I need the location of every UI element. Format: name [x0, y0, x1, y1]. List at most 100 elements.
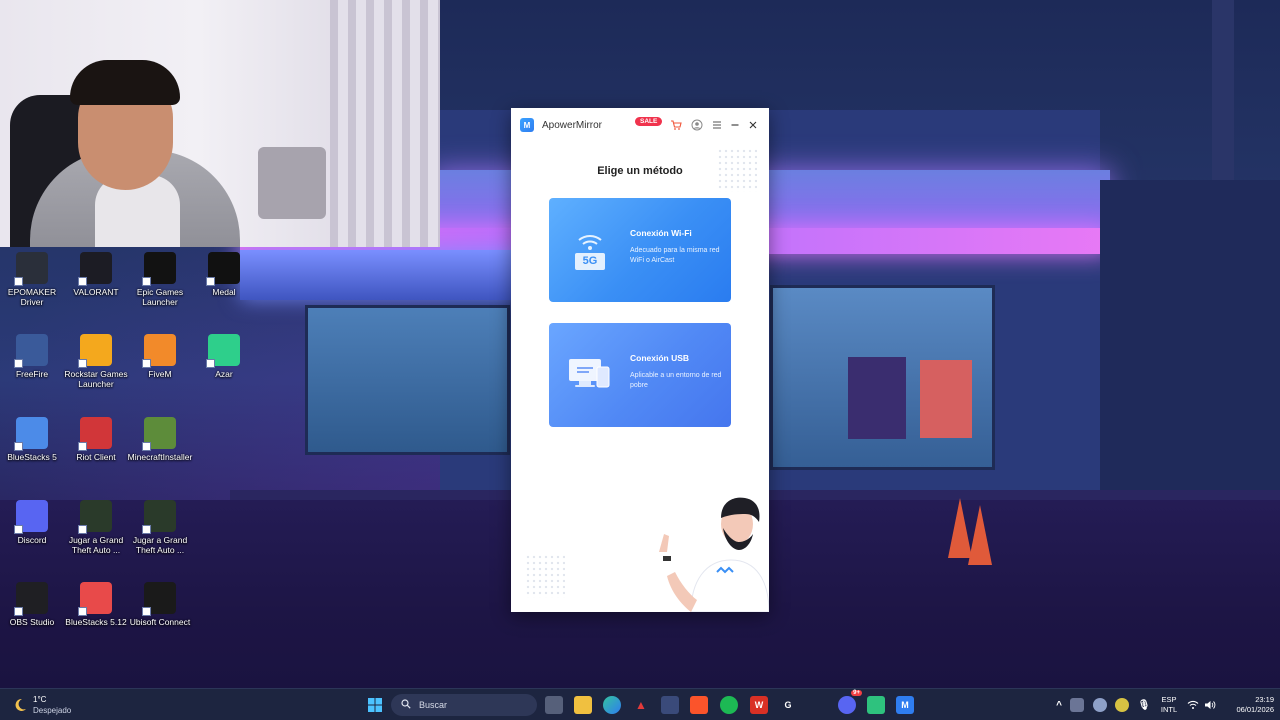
tray-app-icon[interactable]	[1115, 698, 1129, 712]
desktop-shortcut[interactable]: MinecraftInstaller	[128, 417, 192, 495]
bluestacks-icon	[14, 417, 48, 451]
desktop-shortcut[interactable]: BlueStacks 5	[0, 417, 64, 495]
app-titlebar[interactable]: M ApowerMirror SALE	[511, 108, 769, 142]
gta-v-icon	[78, 500, 112, 534]
wallpaper-poster	[848, 357, 906, 439]
cart-icon[interactable]	[669, 118, 683, 132]
fivem-icon	[142, 334, 176, 368]
riot-games-icon[interactable]: ▲	[632, 696, 650, 714]
android-app-icon[interactable]	[867, 696, 885, 714]
azar-icon	[206, 334, 240, 368]
app-title: ApowerMirror	[542, 119, 603, 131]
edge-icon[interactable]	[603, 696, 621, 714]
desktop-shortcut-label: Epic Games Launcher	[136, 287, 184, 307]
discord-icon	[14, 500, 48, 534]
shortcut-arrow-icon	[14, 442, 23, 451]
desktop-shortcut-label: Ubisoft Connect	[129, 617, 191, 627]
weather-temperature[interactable]: 1°C	[33, 695, 46, 704]
onedrive-icon[interactable]	[1093, 698, 1107, 712]
usb-connection-card[interactable]: Conexión USB Aplicable a un entorno de r…	[549, 323, 731, 427]
desktop-shortcut-label: Jugar a Grand Theft Auto ...	[132, 535, 188, 555]
close-icon[interactable]	[746, 118, 760, 132]
g-app-icon[interactable]: G	[779, 696, 797, 714]
desktop-shortcut[interactable]: Discord	[0, 500, 64, 578]
microphone-icon[interactable]: 🎙	[1137, 698, 1151, 712]
desktop-shortcut-label: FreeFire	[15, 369, 49, 379]
wallpaper-neon-sign	[240, 250, 520, 300]
desktop-shortcut-label: EPOMAKER Driver	[7, 287, 57, 307]
shortcut-arrow-icon	[206, 277, 215, 286]
desktop-shortcut-label: BlueStacks 5.12	[65, 617, 127, 627]
spotify-icon[interactable]	[720, 696, 738, 714]
desktop-shortcut[interactable]: EPOMAKER Driver	[0, 252, 64, 330]
windows-start-icon[interactable]	[366, 696, 384, 714]
desktop-shortcut[interactable]: FiveM	[128, 334, 192, 412]
desktop-shortcut[interactable]: Rockstar Games Launcher	[64, 334, 128, 412]
wifi-5g-icon: 5G	[567, 226, 615, 274]
shortcut-arrow-icon	[142, 277, 151, 286]
desktop-shortcut[interactable]: BlueStacks 5.12	[64, 582, 128, 660]
riot-client-icon	[78, 417, 112, 451]
shortcut-arrow-icon	[142, 359, 151, 368]
search-placeholder: Buscar	[419, 700, 448, 710]
tray-app-icon[interactable]	[1070, 698, 1084, 712]
desktop-shortcut[interactable]: FreeFire	[0, 334, 64, 412]
obs-icon	[14, 582, 48, 616]
desktop-shortcut[interactable]: Medal	[192, 252, 256, 330]
menu-icon[interactable]	[710, 118, 724, 132]
epomaker-icon	[14, 252, 48, 286]
bluestacks-icon	[78, 582, 112, 616]
wifi-card-description: Adecuado para la misma red WiFi o AirCas…	[630, 247, 720, 264]
shortcut-arrow-icon	[14, 277, 23, 286]
volume-icon[interactable]	[1203, 698, 1217, 712]
shortcut-arrow-icon	[14, 525, 23, 534]
desktop-shortcut-label: Azar	[215, 369, 233, 379]
taskbar-search[interactable]: Buscar	[391, 694, 537, 716]
sale-badge[interactable]: SALE	[635, 117, 663, 126]
clock[interactable]: 23:19 06/01/2026	[1224, 695, 1274, 715]
gta-v-icon	[142, 500, 176, 534]
desktop-shortcut[interactable]: Epic Games Launcher	[128, 252, 192, 330]
shortcut-arrow-icon	[78, 442, 87, 451]
chevron-up-icon[interactable]: ^	[1050, 696, 1068, 714]
language-indicator[interactable]: ESP INTL	[1158, 695, 1180, 715]
desktop-shortcut[interactable]: OBS Studio	[0, 582, 64, 660]
desktop-shortcut-label: Discord	[17, 535, 47, 545]
shortcut-arrow-icon	[14, 359, 23, 368]
desktop-shortcut-label: Riot Client	[76, 452, 116, 462]
desktop-shortcut[interactable]: Azar	[192, 334, 256, 412]
wifi-icon[interactable]	[1186, 698, 1200, 712]
desktop-shortcut[interactable]: Jugar a Grand Theft Auto ...	[128, 500, 192, 578]
minimize-icon[interactable]	[728, 118, 742, 132]
task-view-icon[interactable]	[545, 696, 563, 714]
desktop-shortcut[interactable]: VALORANT	[64, 252, 128, 330]
apowermirror-logo-icon: M	[520, 118, 534, 132]
desktop-shortcut[interactable]: Jugar a Grand Theft Auto ...	[64, 500, 128, 578]
apowermirror-window: M ApowerMirror SALE Elige un método 5G C…	[511, 108, 769, 612]
file-explorer-icon[interactable]	[574, 696, 592, 714]
apowermirror-taskbar-icon[interactable]: M	[896, 696, 914, 714]
freefire-icon	[14, 334, 48, 368]
webcam-person-hair	[70, 60, 180, 105]
weather-condition[interactable]: Despejado	[33, 706, 71, 715]
microsoft-store-icon[interactable]	[661, 696, 679, 714]
usb-card-description: Aplicable a un entorno de red pobre	[630, 372, 722, 389]
account-icon[interactable]	[690, 118, 704, 132]
desktop-shortcut-label: Jugar a Grand Theft Auto ...	[68, 535, 124, 555]
wifi-card-art-label: 5G	[582, 255, 598, 267]
desktop-shortcut[interactable]: Riot Client	[64, 417, 128, 495]
decorative-dot-grid	[717, 148, 757, 192]
webcam-curtain	[330, 0, 440, 247]
wps-office-icon[interactable]: W	[750, 696, 768, 714]
desktop-shortcut[interactable]: Ubisoft Connect	[128, 582, 192, 660]
wifi-connection-card[interactable]: 5G Conexión Wi-Fi Adecuado para la misma…	[549, 198, 731, 302]
weather-moon-icon[interactable]	[10, 695, 30, 715]
minecraft-icon	[142, 417, 176, 451]
shortcut-arrow-icon	[142, 607, 151, 616]
discord-taskbar-icon[interactable]: 9+	[838, 690, 862, 714]
desktop-shortcut-label: BlueStacks 5	[7, 452, 57, 462]
desktop-shortcut-label: Rockstar Games Launcher	[64, 369, 128, 389]
brave-icon[interactable]	[690, 696, 708, 714]
shortcut-arrow-icon	[142, 525, 151, 534]
valorant-icon	[78, 252, 112, 286]
